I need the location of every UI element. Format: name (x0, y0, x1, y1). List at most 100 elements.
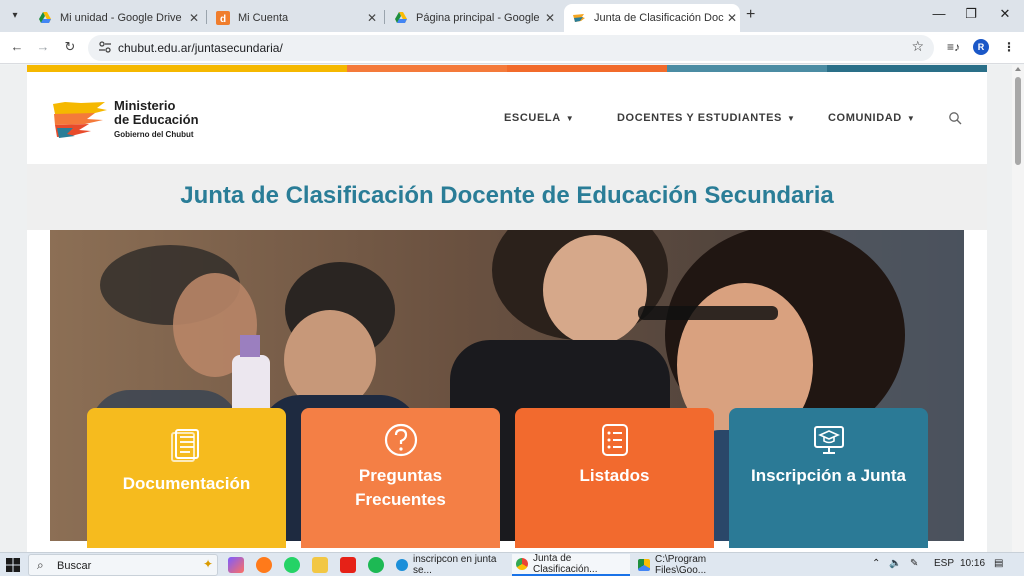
tab-close-icon[interactable]: ✕ (364, 11, 380, 25)
media-controls-icon[interactable]: ≡♪ (947, 40, 960, 54)
logo-line2: de Educación (114, 112, 199, 127)
tab-title: Mi unidad - Google Drive (60, 12, 182, 24)
address-bar[interactable]: chubut.edu.ar/juntasecundaria/ ☆ (88, 35, 934, 61)
page-viewport: Ministerio de Educación Gobierno del Chu… (0, 65, 1012, 552)
search-icon: ⌕ (37, 558, 44, 572)
card-label: Documentación (122, 474, 251, 493)
logo-text[interactable]: Ministerio de Educación Gobierno del Chu… (114, 98, 199, 140)
card-label: Preguntas Frecuentes (355, 466, 446, 509)
menu-label: COMUNIDAD (828, 112, 902, 124)
browser-tab-strip: ▾ Mi unidad - Google Drive ✕ d Mi Cuenta… (0, 0, 1024, 32)
bookmark-star-icon[interactable]: ☆ (911, 38, 924, 55)
notifications-icon[interactable]: ▤ (994, 558, 1003, 569)
tab-title: Junta de Clasificación Docente (594, 12, 724, 24)
pen-icon[interactable]: ✎ (910, 558, 918, 569)
chrome-icon (516, 558, 528, 570)
windows-start-icon[interactable] (6, 558, 20, 572)
search-highlight-icon: ✦ (202, 557, 213, 571)
page-title-band: Junta de Clasificación Docente de Educac… (27, 164, 987, 230)
scrollbar-thumb[interactable] (1015, 77, 1021, 165)
svg-text:d: d (220, 14, 226, 25)
document-icon (170, 429, 199, 462)
clock-time[interactable]: 10:16 (960, 558, 985, 569)
spotify-icon[interactable] (368, 557, 384, 573)
chevron-down-icon: ▼ (565, 113, 575, 123)
forward-arrow-icon[interactable]: → (34, 39, 52, 54)
chevron-down-icon: ▼ (787, 113, 796, 123)
card-inscripcion-junta[interactable]: Inscripción a Junta (729, 408, 928, 548)
profile-avatar[interactable]: R (973, 39, 989, 55)
color-stripe (347, 65, 507, 72)
brand-color-bar (27, 65, 987, 72)
file-explorer-icon[interactable] (312, 557, 328, 573)
site-info-icon[interactable] (98, 40, 112, 54)
tab-separator (206, 10, 207, 24)
card-label: Listados (579, 466, 650, 485)
drive-icon (638, 559, 650, 571)
tab-search-chevron-icon[interactable]: ▾ (6, 6, 24, 24)
minimize-icon[interactable]: — (924, 6, 954, 21)
youtube-icon[interactable] (340, 557, 356, 573)
taskbar-task-edge[interactable]: inscripcon en junta se... (392, 554, 508, 576)
tab-title: Mi Cuenta (238, 12, 289, 24)
mi-cuenta-d-icon: d (216, 11, 230, 25)
task-title: Junta de Clasificación... (533, 553, 598, 575)
tab-junta-clasificacion[interactable]: Junta de Clasificación Docente ✕ (564, 4, 740, 32)
menu-label: DOCENTES Y ESTUDIANTES (617, 112, 782, 124)
color-stripe (827, 65, 987, 72)
restore-icon[interactable]: ❐ (956, 6, 986, 22)
taskbar-task-drive[interactable]: C:\Program Files\Goo... (634, 554, 754, 576)
taskbar-search-placeholder: Buscar (57, 560, 92, 572)
edge-icon (396, 559, 408, 571)
taskbar-task-chrome[interactable]: Junta de Clasificación... (512, 553, 630, 576)
logo-line3: Gobierno del Chubut (114, 130, 194, 139)
ministerio-icon (573, 14, 585, 22)
card-preguntas-frecuentes[interactable]: Preguntas Frecuentes (301, 408, 500, 548)
new-tab-button[interactable]: + (746, 6, 755, 24)
page-title: Junta de Clasificación Docente de Educac… (180, 182, 834, 209)
menu-comunidad[interactable]: COMUNIDAD ▼ (828, 112, 915, 124)
logo-line1: Ministerio (114, 98, 176, 113)
scroll-up-arrow-icon[interactable] (1015, 67, 1021, 71)
search-icon[interactable] (948, 111, 962, 125)
tab-close-icon[interactable]: ✕ (186, 11, 202, 25)
copilot-icon[interactable] (228, 557, 244, 573)
tab-close-icon[interactable]: ✕ (724, 11, 740, 25)
language-indicator[interactable]: ESP (934, 558, 954, 569)
tray-chevron-up-icon[interactable]: ⌃ (872, 558, 880, 569)
color-stripe (27, 65, 187, 72)
volume-icon[interactable]: 🔈 (889, 558, 901, 569)
google-drive-icon (39, 12, 51, 23)
taskbar-search-box[interactable]: ⌕ Buscar ✦ (28, 554, 218, 576)
task-title: inscripcon en junta se... (413, 554, 497, 576)
tab-mi-unidad[interactable]: Mi unidad - Google Drive ✕ (30, 4, 202, 32)
card-label: Inscripción a Junta (751, 466, 906, 485)
card-listados[interactable]: Listados (515, 408, 714, 548)
checklist-icon (601, 424, 628, 456)
ministerio-logo-icon[interactable] (51, 100, 113, 140)
tab-close-icon[interactable]: ✕ (542, 11, 558, 25)
tab-mi-cuenta[interactable]: d Mi Cuenta ✕ (208, 4, 380, 32)
page-scrollbar[interactable] (1012, 65, 1024, 552)
menu-escuela[interactable]: ESCUELA ▼ (504, 112, 574, 124)
tab-pagina-principal[interactable]: Página principal - Google Drive ✕ (386, 4, 558, 32)
menu-kebab-icon[interactable]: ⋮ (1003, 40, 1015, 54)
chevron-down-icon: ▼ (906, 113, 916, 123)
close-window-icon[interactable]: ✕ (990, 6, 1020, 22)
windows-taskbar: ⌕ Buscar ✦ inscripcon en junta se... Jun… (0, 552, 1024, 576)
reload-icon[interactable]: ↻ (61, 39, 79, 55)
back-arrow-icon[interactable]: ← (8, 39, 26, 54)
menu-docentes-estudiantes[interactable]: DOCENTES Y ESTUDIANTES ▼ (617, 112, 796, 124)
browser-toolbar: ← → ↻ chubut.edu.ar/juntasecundaria/ ☆ ≡… (0, 32, 1024, 64)
whatsapp-icon[interactable] (284, 557, 300, 573)
task-title: C:\Program Files\Goo... (655, 554, 707, 576)
card-documentacion[interactable]: Documentación (87, 408, 286, 548)
firefox-icon[interactable] (256, 557, 272, 573)
computer-graduation-icon (813, 426, 844, 454)
color-stripe (187, 65, 347, 72)
google-drive-icon (395, 12, 407, 23)
question-circle-icon (384, 423, 417, 457)
menu-label: ESCUELA (504, 112, 561, 124)
color-stripe (667, 65, 827, 72)
color-stripe (507, 65, 667, 72)
